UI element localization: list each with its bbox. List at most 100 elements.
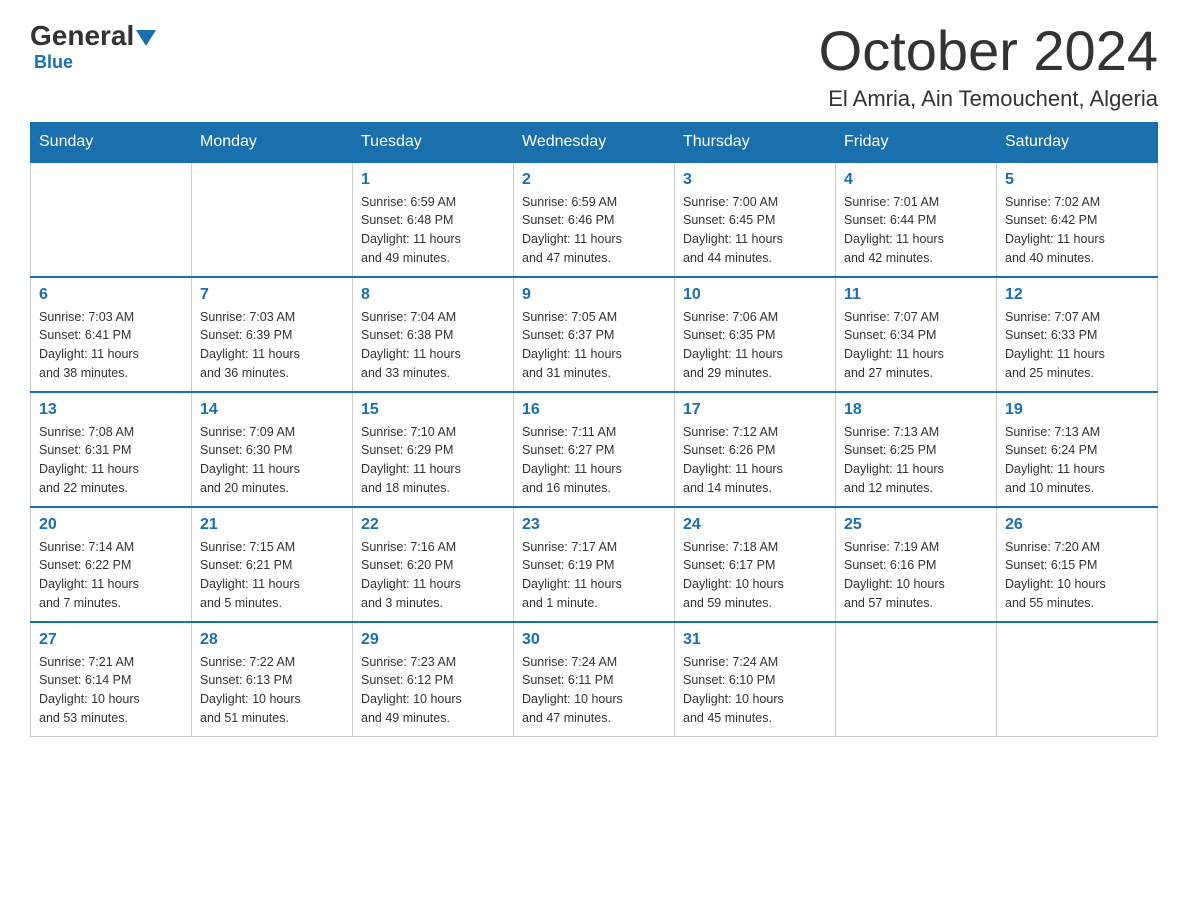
calendar-day-22: 22 Sunrise: 7:16 AMSunset: 6:20 PMDayligh… [353, 507, 514, 622]
day-info: Sunrise: 7:23 AMSunset: 6:12 PMDaylight:… [361, 653, 505, 728]
calendar-day-30: 30Sunrise: 7:24 AMSunset: 6:11 PMDayligh… [514, 622, 675, 737]
calendar-table: SundayMondayTuesdayWednesdayThursdayFrid… [30, 122, 1158, 737]
day-info: Sunrise: 7:04 AMSunset: 6:38 PMDaylight:… [361, 308, 505, 383]
day-info: Sunrise: 7:07 AMSunset: 6:33 PMDaylight:… [1005, 308, 1149, 383]
day-info: Sunrise: 7:01 AMSunset: 6:44 PMDaylight:… [844, 193, 988, 268]
calendar-day-empty [836, 622, 997, 737]
day-number: 4 [844, 171, 988, 189]
page-title: October 2024 [819, 20, 1158, 82]
day-number: 10 [683, 286, 827, 304]
day-info: Sunrise: 7:16 AMSunset: 6:20 PMDaylight:… [361, 538, 505, 613]
calendar-header-tuesday: Tuesday [353, 122, 514, 162]
calendar-day-31: 31 Sunrise: 7:24 AMSunset: 6:10 PMDayligh… [675, 622, 836, 737]
calendar-day-10: 10 Sunrise: 7:06 AMSunset: 6:35 PMDayligh… [675, 277, 836, 392]
day-number: 21 [200, 516, 344, 534]
day-info: Sunrise: 7:21 AMSunset: 6:14 PMDaylight:… [39, 653, 183, 728]
calendar-day-12: 12 Sunrise: 7:07 AMSunset: 6:33 PMDayligh… [997, 277, 1158, 392]
calendar-day-24: 24 Sunrise: 7:18 AMSunset: 6:17 PMDayligh… [675, 507, 836, 622]
day-info: Sunrise: 7:22 AMSunset: 6:13 PMDaylight:… [200, 653, 344, 728]
calendar-day-6: 6 Sunrise: 7:03 AMSunset: 6:41 PMDaylight… [31, 277, 192, 392]
calendar-day-5: 5 Sunrise: 7:02 AMSunset: 6:42 PMDaylight… [997, 162, 1158, 277]
day-number: 5 [1005, 171, 1149, 189]
day-info: Sunrise: 7:18 AMSunset: 6:17 PMDaylight:… [683, 538, 827, 613]
calendar-day-25: 25Sunrise: 7:19 AMSunset: 6:16 PMDayligh… [836, 507, 997, 622]
day-number: 29 [361, 631, 505, 649]
page-subtitle: El Amria, Ain Temouchent, Algeria [819, 86, 1158, 112]
calendar-day-7: 7 Sunrise: 7:03 AMSunset: 6:39 PMDaylight… [192, 277, 353, 392]
calendar-day-26: 26 Sunrise: 7:20 AMSunset: 6:15 PMDayligh… [997, 507, 1158, 622]
day-number: 27 [39, 631, 183, 649]
day-info: Sunrise: 7:13 AMSunset: 6:24 PMDaylight:… [1005, 423, 1149, 498]
day-number: 1 [361, 171, 505, 189]
day-number: 19 [1005, 401, 1149, 419]
calendar-day-13: 13 Sunrise: 7:08 AMSunset: 6:31 PMDayligh… [31, 392, 192, 507]
calendar-day-1: 1Sunrise: 6:59 AMSunset: 6:48 PMDaylight… [353, 162, 514, 277]
calendar-day-20: 20Sunrise: 7:14 AMSunset: 6:22 PMDayligh… [31, 507, 192, 622]
day-number: 31 [683, 631, 827, 649]
day-number: 22 [361, 516, 505, 534]
calendar-day-17: 17 Sunrise: 7:12 AMSunset: 6:26 PMDayligh… [675, 392, 836, 507]
day-info: Sunrise: 7:15 AMSunset: 6:21 PMDaylight:… [200, 538, 344, 613]
day-number: 24 [683, 516, 827, 534]
calendar-week-4: 20Sunrise: 7:14 AMSunset: 6:22 PMDayligh… [31, 507, 1158, 622]
day-info: Sunrise: 7:07 AMSunset: 6:34 PMDaylight:… [844, 308, 988, 383]
day-info: Sunrise: 7:00 AMSunset: 6:45 PMDaylight:… [683, 193, 827, 268]
day-info: Sunrise: 7:24 AMSunset: 6:10 PMDaylight:… [683, 653, 827, 728]
day-number: 28 [200, 631, 344, 649]
day-info: Sunrise: 7:05 AMSunset: 6:37 PMDaylight:… [522, 308, 666, 383]
day-number: 18 [844, 401, 988, 419]
day-info: Sunrise: 7:08 AMSunset: 6:31 PMDaylight:… [39, 423, 183, 498]
calendar-day-23: 23Sunrise: 7:17 AMSunset: 6:19 PMDayligh… [514, 507, 675, 622]
day-info: Sunrise: 7:24 AMSunset: 6:11 PMDaylight:… [522, 653, 666, 728]
calendar-header-sunday: Sunday [31, 122, 192, 162]
calendar-day-14: 14 Sunrise: 7:09 AMSunset: 6:30 PMDayligh… [192, 392, 353, 507]
calendar-header-row: SundayMondayTuesdayWednesdayThursdayFrid… [31, 122, 1158, 162]
logo: General Blue [30, 20, 156, 73]
calendar-header-monday: Monday [192, 122, 353, 162]
calendar-day-18: 18Sunrise: 7:13 AMSunset: 6:25 PMDayligh… [836, 392, 997, 507]
day-info: Sunrise: 7:11 AMSunset: 6:27 PMDaylight:… [522, 423, 666, 498]
day-number: 16 [522, 401, 666, 419]
title-area: October 2024 El Amria, Ain Temouchent, A… [819, 20, 1158, 112]
day-info: Sunrise: 7:06 AMSunset: 6:35 PMDaylight:… [683, 308, 827, 383]
calendar-header-thursday: Thursday [675, 122, 836, 162]
day-number: 25 [844, 516, 988, 534]
day-info: Sunrise: 7:03 AMSunset: 6:39 PMDaylight:… [200, 308, 344, 383]
day-info: Sunrise: 7:12 AMSunset: 6:26 PMDaylight:… [683, 423, 827, 498]
day-number: 26 [1005, 516, 1149, 534]
calendar-day-3: 3 Sunrise: 7:00 AMSunset: 6:45 PMDaylight… [675, 162, 836, 277]
day-info: Sunrise: 7:09 AMSunset: 6:30 PMDaylight:… [200, 423, 344, 498]
day-info: Sunrise: 7:02 AMSunset: 6:42 PMDaylight:… [1005, 193, 1149, 268]
calendar-day-9: 9 Sunrise: 7:05 AMSunset: 6:37 PMDaylight… [514, 277, 675, 392]
day-number: 2 [522, 171, 666, 189]
day-info: Sunrise: 7:20 AMSunset: 6:15 PMDaylight:… [1005, 538, 1149, 613]
day-number: 3 [683, 171, 827, 189]
day-info: Sunrise: 6:59 AMSunset: 6:46 PMDaylight:… [522, 193, 666, 268]
calendar-header-wednesday: Wednesday [514, 122, 675, 162]
day-number: 14 [200, 401, 344, 419]
calendar-day-empty [192, 162, 353, 277]
day-number: 6 [39, 286, 183, 304]
day-number: 13 [39, 401, 183, 419]
day-number: 15 [361, 401, 505, 419]
day-info: Sunrise: 7:03 AMSunset: 6:41 PMDaylight:… [39, 308, 183, 383]
calendar-day-27: 27 Sunrise: 7:21 AMSunset: 6:14 PMDayligh… [31, 622, 192, 737]
day-number: 23 [522, 516, 666, 534]
day-number: 12 [1005, 286, 1149, 304]
day-number: 20 [39, 516, 183, 534]
day-number: 9 [522, 286, 666, 304]
calendar-day-29: 29 Sunrise: 7:23 AMSunset: 6:12 PMDayligh… [353, 622, 514, 737]
calendar-day-16: 16 Sunrise: 7:11 AMSunset: 6:27 PMDayligh… [514, 392, 675, 507]
calendar-day-15: 15Sunrise: 7:10 AMSunset: 6:29 PMDayligh… [353, 392, 514, 507]
calendar-week-1: 1Sunrise: 6:59 AMSunset: 6:48 PMDaylight… [31, 162, 1158, 277]
logo-triangle-icon [136, 30, 156, 46]
calendar-day-empty [31, 162, 192, 277]
calendar-day-28: 28 Sunrise: 7:22 AMSunset: 6:13 PMDayligh… [192, 622, 353, 737]
calendar-day-11: 11Sunrise: 7:07 AMSunset: 6:34 PMDayligh… [836, 277, 997, 392]
calendar-day-empty [997, 622, 1158, 737]
calendar-week-3: 13 Sunrise: 7:08 AMSunset: 6:31 PMDayligh… [31, 392, 1158, 507]
logo-general-text: General [30, 20, 134, 52]
calendar-header-saturday: Saturday [997, 122, 1158, 162]
day-number: 17 [683, 401, 827, 419]
day-number: 7 [200, 286, 344, 304]
